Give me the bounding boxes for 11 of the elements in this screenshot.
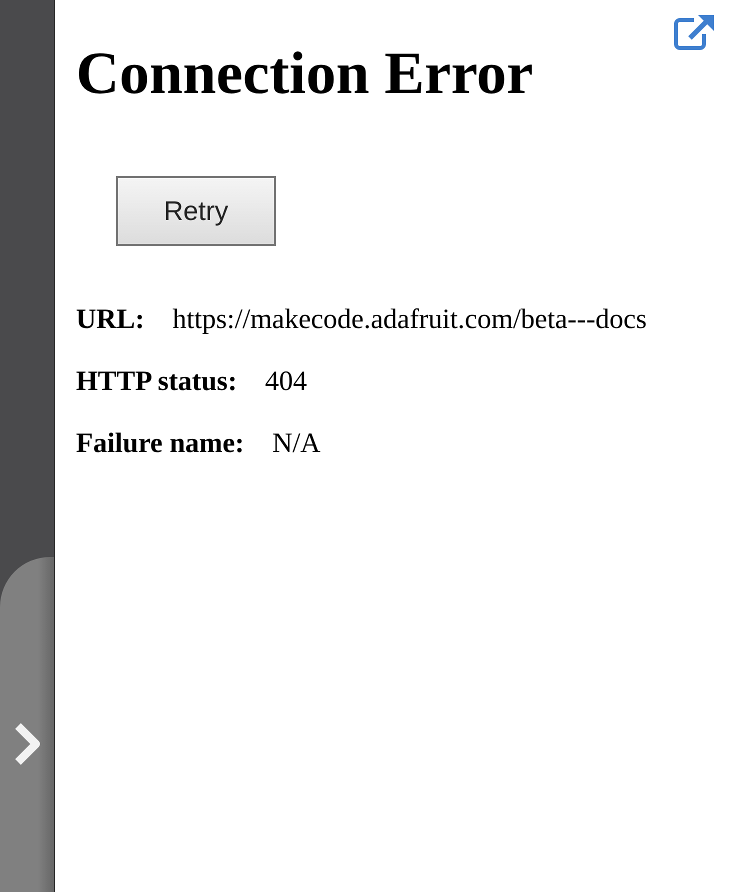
detail-label: HTTP status: xyxy=(76,366,238,398)
detail-value: https://makecode.adafruit.com/beta---docs xyxy=(172,304,647,336)
detail-value: N/A xyxy=(272,428,320,460)
sidebar-toggle[interactable] xyxy=(0,557,54,892)
chevron-right-icon xyxy=(12,722,42,766)
retry-button[interactable]: Retry xyxy=(116,176,276,246)
detail-value: 404 xyxy=(265,366,308,398)
page-title: Connection Error xyxy=(76,39,534,108)
detail-label: Failure name: xyxy=(76,428,244,460)
external-link-icon[interactable] xyxy=(672,14,716,50)
detail-label: URL: xyxy=(76,304,144,336)
